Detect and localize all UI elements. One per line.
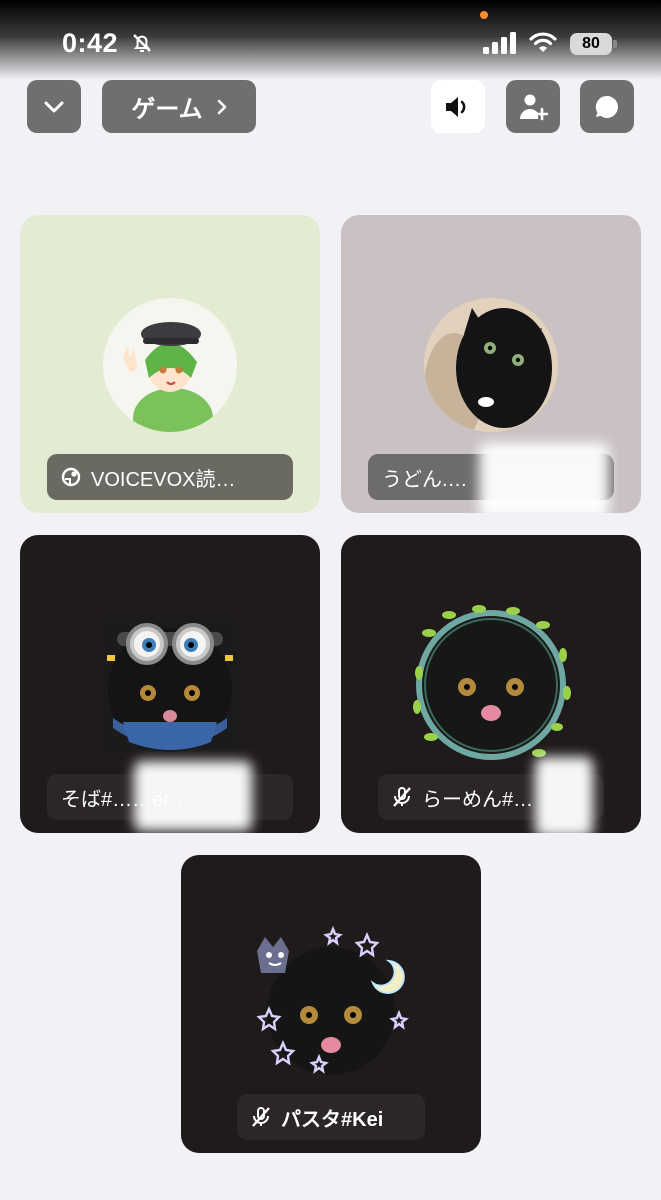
battery-tip (613, 40, 617, 48)
participant-avatar (103, 298, 237, 432)
participant-avatar (249, 923, 413, 1087)
status-bar: 0:42 80 (0, 0, 661, 80)
participant-tile[interactable]: パスタ#Kei (181, 855, 481, 1153)
participant-nameplate: パスタ#Kei (237, 1094, 425, 1140)
participant-name: うどん.… (382, 468, 468, 491)
speaker-button[interactable] (431, 80, 485, 133)
battery-indicator: 80 (570, 33, 612, 55)
participant-tile[interactable]: うどん.… (341, 215, 641, 513)
status-time: 0:42 (62, 28, 119, 58)
participant-avatar (409, 603, 573, 767)
participant-tile[interactable]: そば#……er… (20, 535, 320, 833)
redaction-patch (134, 761, 252, 831)
speaker-icon (446, 96, 466, 117)
add-user-button[interactable] (506, 80, 560, 133)
chevron-down-icon (44, 101, 64, 112)
mic-muted-icon (393, 787, 411, 807)
cellular-signal-icon (483, 32, 516, 54)
participant-tile[interactable]: らーめん#… (341, 535, 641, 833)
participant-name: VOICEVOX読… (91, 468, 236, 491)
participant-tile[interactable]: VOICEVOX読… (20, 215, 320, 513)
mic-muted-icon (252, 1107, 270, 1127)
participant-name: パスタ#Kei (281, 1108, 384, 1131)
add-user-icon (520, 94, 548, 120)
redaction-patch (535, 757, 593, 833)
channel-button[interactable]: ゲーム (102, 80, 256, 133)
redaction-patch (479, 443, 609, 513)
privacy-indicator-dot (480, 11, 488, 19)
chat-bubble-icon (595, 95, 618, 118)
channel-label: ゲーム (131, 96, 203, 123)
chat-button[interactable] (580, 80, 634, 133)
collapse-button[interactable] (27, 80, 81, 133)
participant-avatar (103, 618, 237, 752)
participant-nameplate: VOICEVOX読… (47, 454, 293, 500)
participant-name: らーめん#… (422, 788, 534, 811)
bell-muted-icon (133, 34, 151, 52)
bot-icon (61, 467, 81, 487)
chevron-right-icon (217, 99, 226, 114)
participant-avatar (424, 298, 558, 432)
wifi-icon (529, 32, 557, 52)
